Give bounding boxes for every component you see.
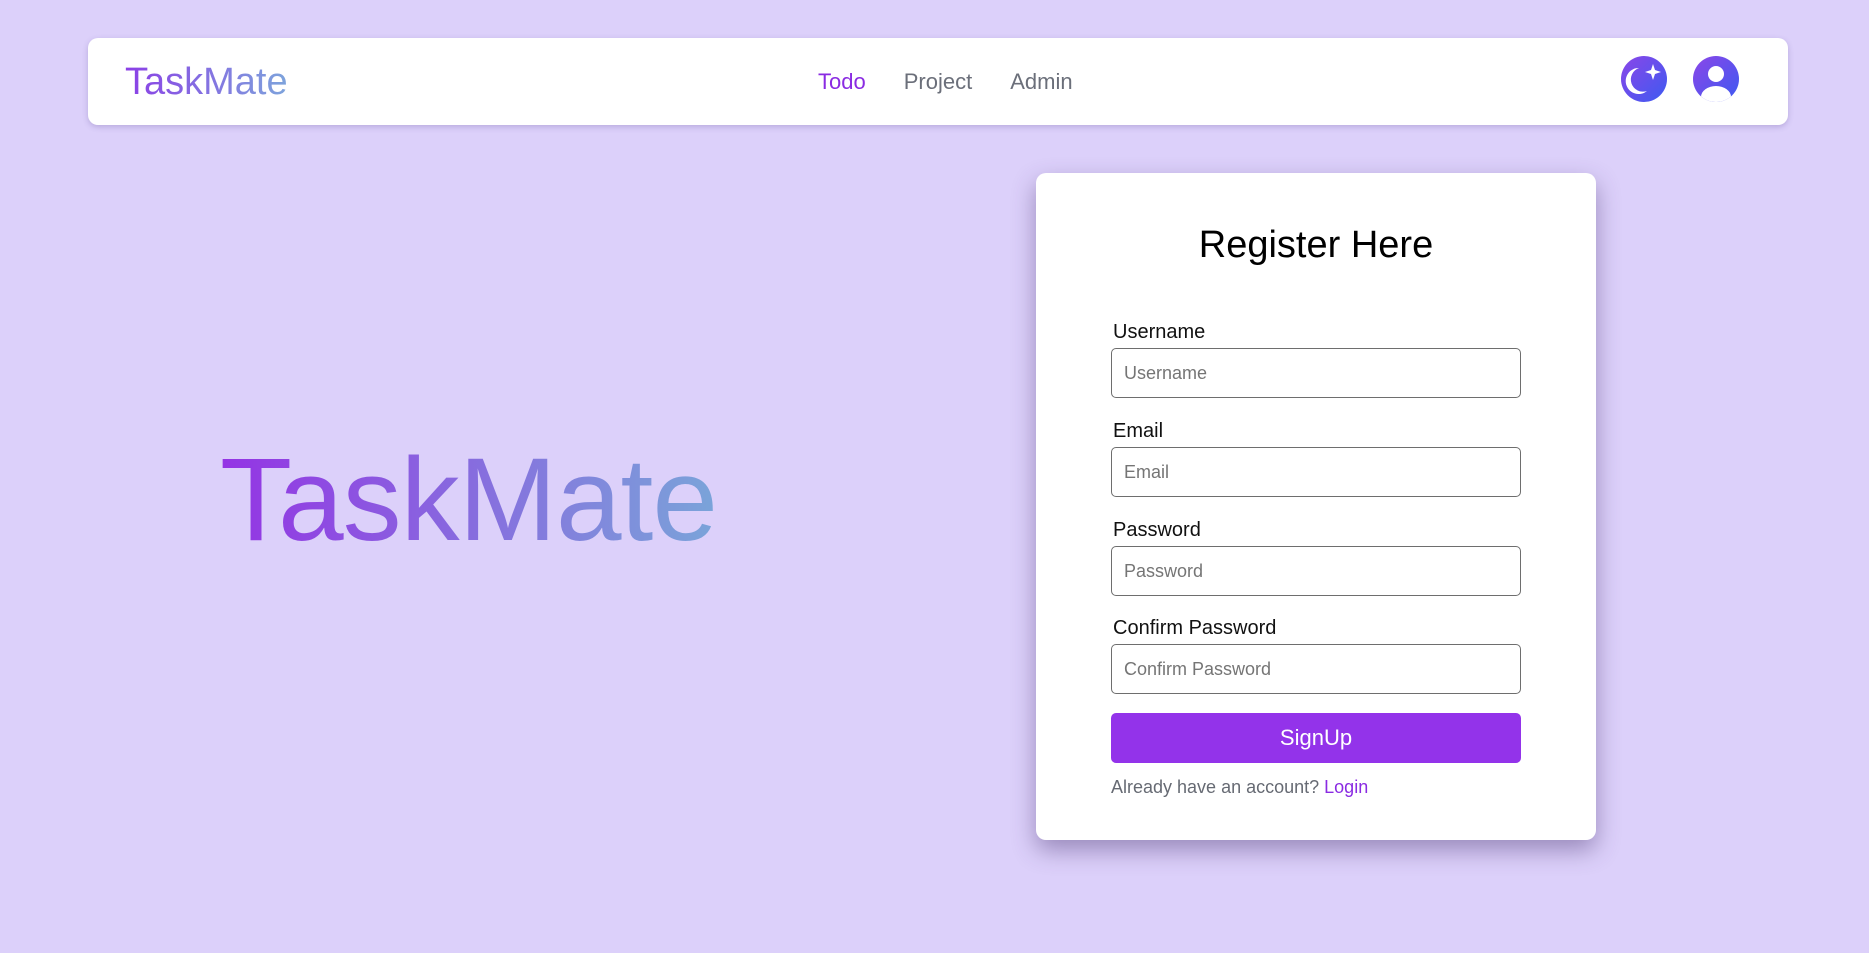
register-card: Register Here Username Email Password Co… [1036, 173, 1596, 840]
confirm-password-input[interactable] [1111, 644, 1521, 694]
username-label: Username [1113, 321, 1206, 343]
nav-link-todo[interactable]: Todo [818, 69, 866, 95]
email-label: Email [1113, 420, 1164, 442]
nav-link-admin[interactable]: Admin [1010, 69, 1072, 95]
signup-button[interactable]: SignUp [1111, 713, 1521, 763]
login-prompt-text: Already have an account? [1111, 777, 1325, 797]
nav-link-project[interactable]: Project [904, 69, 972, 95]
login-prompt: Already have an account? Login [1111, 775, 1368, 799]
password-label: Password [1113, 519, 1201, 541]
brand-logo[interactable]: TaskMate [125, 60, 288, 104]
username-input[interactable] [1111, 348, 1521, 398]
confirm-password-label: Confirm Password [1113, 617, 1277, 639]
password-input[interactable] [1111, 546, 1521, 596]
user-avatar-icon [1693, 56, 1739, 102]
profile-button[interactable] [1692, 55, 1740, 103]
login-link[interactable]: Login [1324, 777, 1368, 797]
moon-star-icon [1621, 56, 1667, 102]
confirm-password-group: Confirm Password [1111, 616, 1521, 694]
top-navbar: TaskMate Todo Project Admin [88, 38, 1788, 125]
register-title: Register Here [1198, 224, 1434, 266]
email-group: Email [1111, 419, 1521, 497]
main-nav: Todo Project Admin [818, 66, 1073, 98]
username-group: Username [1111, 320, 1521, 398]
password-group: Password [1111, 518, 1521, 596]
email-input[interactable] [1111, 447, 1521, 497]
theme-toggle-button[interactable] [1620, 55, 1668, 103]
hero-brand-title: TaskMate [220, 434, 718, 566]
